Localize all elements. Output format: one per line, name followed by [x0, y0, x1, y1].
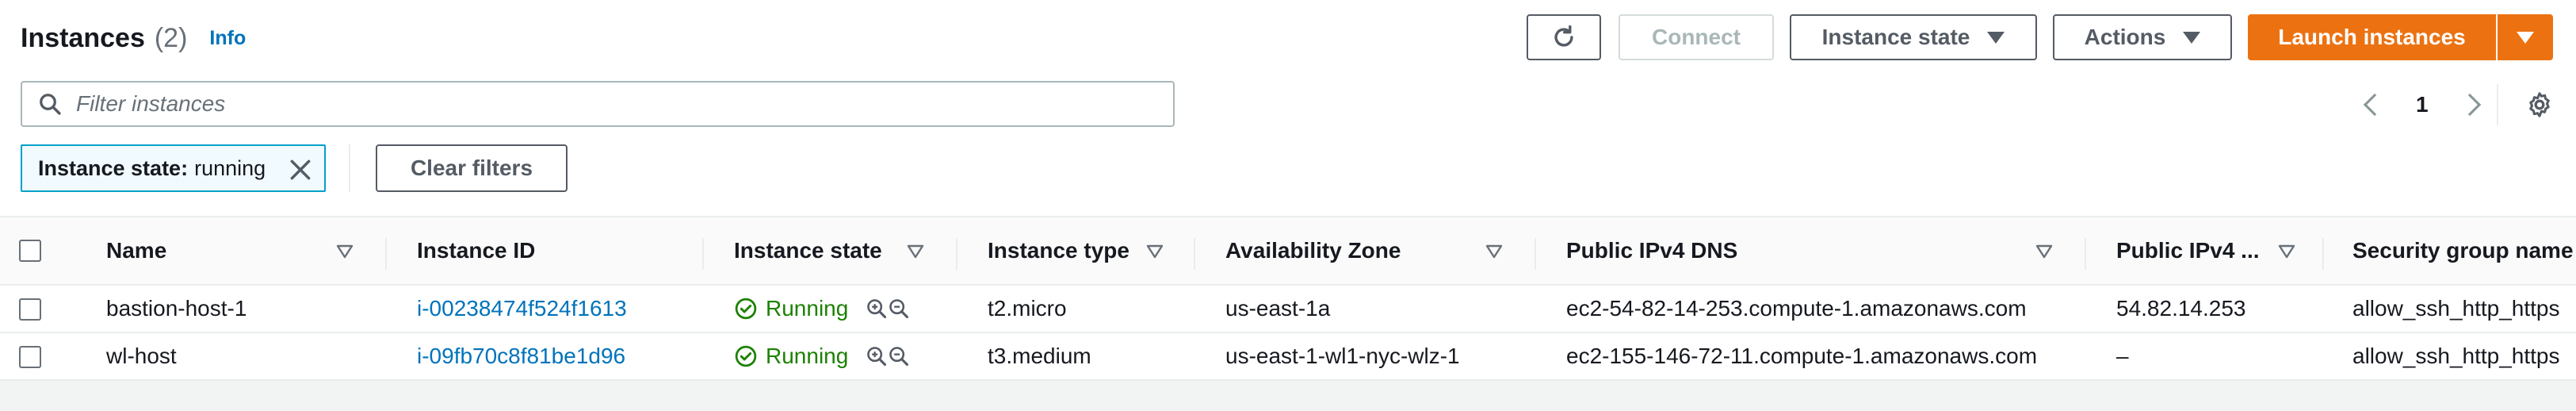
search-icon: [40, 94, 61, 115]
filter-token: Instance state: running: [21, 144, 326, 192]
column-header-availability-zone[interactable]: Availability Zone: [1225, 217, 1401, 284]
launch-instances-dropdown[interactable]: [2498, 14, 2553, 60]
cell-public-ipv4-dns: ec2-54-82-14-253.compute-1.amazonaws.com: [1566, 296, 2027, 321]
cell-public-ipv4-dns: ec2-155-146-72-11.compute-1.amazonaws.co…: [1566, 344, 2038, 368]
cell-name: wl-host: [106, 344, 177, 368]
actions-dropdown[interactable]: Actions: [2053, 14, 2232, 60]
refresh-button[interactable]: [1527, 14, 1601, 60]
column-divider[interactable]: [702, 238, 704, 270]
divider: [2497, 84, 2498, 125]
cell-security-group: allow_ssh_http_https: [2352, 344, 2560, 368]
chevron-left-icon[interactable]: [2363, 93, 2387, 117]
caret-down-icon: [2183, 31, 2201, 44]
column-divider[interactable]: [1535, 238, 1536, 270]
cell-name: bastion-host-1: [106, 296, 247, 321]
clear-filters-button[interactable]: Clear filters: [376, 144, 568, 192]
zoom-in-icon[interactable]: [866, 345, 888, 367]
sort-icon[interactable]: [336, 244, 354, 259]
instance-count: (2): [154, 22, 188, 53]
column-divider[interactable]: [2322, 238, 2324, 270]
status-running: Running: [766, 296, 849, 321]
instance-id-link[interactable]: i-00238474f524f1613: [417, 286, 627, 332]
cell-instance-state: Running: [734, 333, 910, 379]
column-header-public-ipv4[interactable]: Public IPv4 ...: [2116, 217, 2260, 284]
select-all-checkbox[interactable]: [19, 240, 41, 262]
page-header: Instances (2) Info: [21, 16, 246, 60]
cell-public-ipv4: –: [2116, 344, 2129, 368]
column-header-instance-state[interactable]: Instance state: [734, 217, 882, 284]
column-divider[interactable]: [2085, 238, 2086, 270]
cell-availability-zone: us-east-1a: [1225, 296, 1331, 321]
sort-icon[interactable]: [2278, 244, 2295, 259]
zoom-out-icon[interactable]: [888, 345, 910, 367]
filter-token-value: running: [194, 156, 266, 180]
launch-instances-button[interactable]: Launch instances: [2248, 14, 2553, 60]
refresh-icon: [1554, 25, 1573, 47]
current-page[interactable]: 1: [2416, 92, 2429, 117]
column-header-instance-id[interactable]: Instance ID: [417, 217, 535, 284]
table-row[interactable]: bastion-host-1 i-00238474f524f1613 Runni…: [0, 286, 2576, 333]
row-checkbox[interactable]: [19, 346, 41, 368]
search-input[interactable]: [76, 91, 1106, 117]
check-circle-icon: [735, 298, 757, 320]
divider: [349, 144, 350, 192]
filter-token-key: Instance state:: [38, 156, 189, 180]
cell-availability-zone: us-east-1-wl1-nyc-wlz-1: [1225, 344, 1460, 368]
check-circle-icon: [735, 345, 757, 367]
sort-icon[interactable]: [1146, 244, 1164, 259]
instances-table: Name Instance ID Instance state Instance…: [0, 216, 2576, 411]
sort-icon[interactable]: [2035, 244, 2053, 259]
row-checkbox[interactable]: [19, 298, 41, 321]
column-header-security-group-name[interactable]: Security group name: [2352, 217, 2574, 284]
instance-id-link[interactable]: i-09fb70c8f81be1d96: [417, 333, 625, 379]
status-running: Running: [766, 344, 849, 368]
instance-state-dropdown[interactable]: Instance state: [1790, 14, 2037, 60]
chevron-right-icon[interactable]: [2458, 93, 2481, 117]
page-title: Instances: [21, 22, 145, 53]
column-divider[interactable]: [1194, 238, 1195, 270]
close-icon[interactable]: [288, 157, 313, 182]
zoom-out-icon[interactable]: [888, 298, 910, 320]
column-header-name[interactable]: Name: [106, 217, 166, 284]
cell-security-group: allow_ssh_http_https: [2352, 296, 2560, 321]
cell-instance-type: t2.micro: [988, 296, 1067, 321]
table-header: Name Instance ID Instance state Instance…: [0, 216, 2576, 286]
cell-instance-state: Running: [734, 286, 910, 332]
caret-down-icon: [1987, 31, 2005, 44]
column-header-instance-type[interactable]: Instance type: [988, 217, 1129, 284]
connect-button[interactable]: Connect: [1619, 14, 1774, 60]
column-header-public-ipv4-dns[interactable]: Public IPv4 DNS: [1566, 217, 1737, 284]
sort-icon[interactable]: [1485, 244, 1503, 259]
pagination: 1: [2363, 87, 2481, 122]
table-row[interactable]: wl-host i-09fb70c8f81be1d96 Running t3.m…: [0, 333, 2576, 381]
caret-down-icon: [2517, 31, 2534, 44]
search-box[interactable]: [21, 81, 1175, 127]
gear-icon[interactable]: [2525, 90, 2554, 119]
launch-instances-main[interactable]: Launch instances: [2248, 14, 2498, 60]
zoom-in-icon[interactable]: [866, 298, 888, 320]
column-divider[interactable]: [385, 238, 387, 270]
info-link[interactable]: Info: [209, 27, 246, 50]
sort-icon[interactable]: [907, 244, 924, 259]
cell-public-ipv4: 54.82.14.253: [2116, 296, 2246, 321]
cell-instance-type: t3.medium: [988, 344, 1091, 368]
column-divider[interactable]: [956, 238, 957, 270]
